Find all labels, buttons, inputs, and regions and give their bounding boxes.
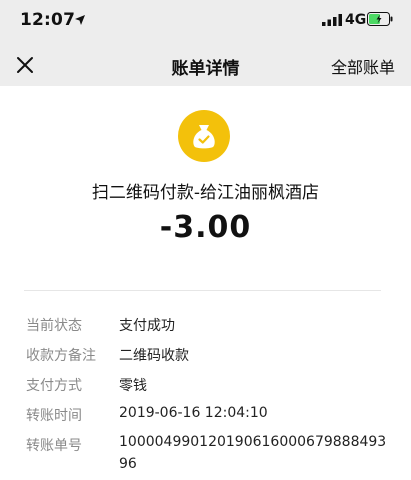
transfer-id-value: 100004990120190616000679888493 96 xyxy=(119,434,387,472)
transfer-time-value: 2019-06-16 12:04:10 xyxy=(119,405,268,421)
all-bills-link[interactable]: 全部账单 xyxy=(331,54,395,78)
transfer-id-label: 转账单号 xyxy=(26,438,82,454)
battery-charging-icon xyxy=(367,12,393,26)
status-bar: 12:07 4G xyxy=(0,0,411,44)
payee-note-label: 收款方备注 xyxy=(26,348,96,364)
divider xyxy=(24,290,381,291)
transaction-amount: -3.00 xyxy=(159,210,252,245)
location-arrow-icon xyxy=(75,15,85,25)
status-value: 支付成功 xyxy=(119,318,175,334)
money-bag-icon xyxy=(178,110,230,162)
money-bag-glyph xyxy=(193,125,215,149)
payment-method-value: 零钱 xyxy=(119,378,147,394)
network-type: 4G xyxy=(345,12,367,28)
payment-method-label: 支付方式 xyxy=(26,378,82,394)
status-label: 当前状态 xyxy=(26,318,82,334)
transfer-time-label: 转账时间 xyxy=(26,408,82,424)
signal-strength-icon xyxy=(322,14,342,26)
payee-note-value: 二维码收款 xyxy=(119,348,189,364)
merchant-description: 扫二维码付款-给江油丽枫酒店 xyxy=(91,183,320,203)
navigation-bar: 账单详情 全部账单 xyxy=(0,44,411,86)
status-time: 12:07 xyxy=(20,10,76,30)
